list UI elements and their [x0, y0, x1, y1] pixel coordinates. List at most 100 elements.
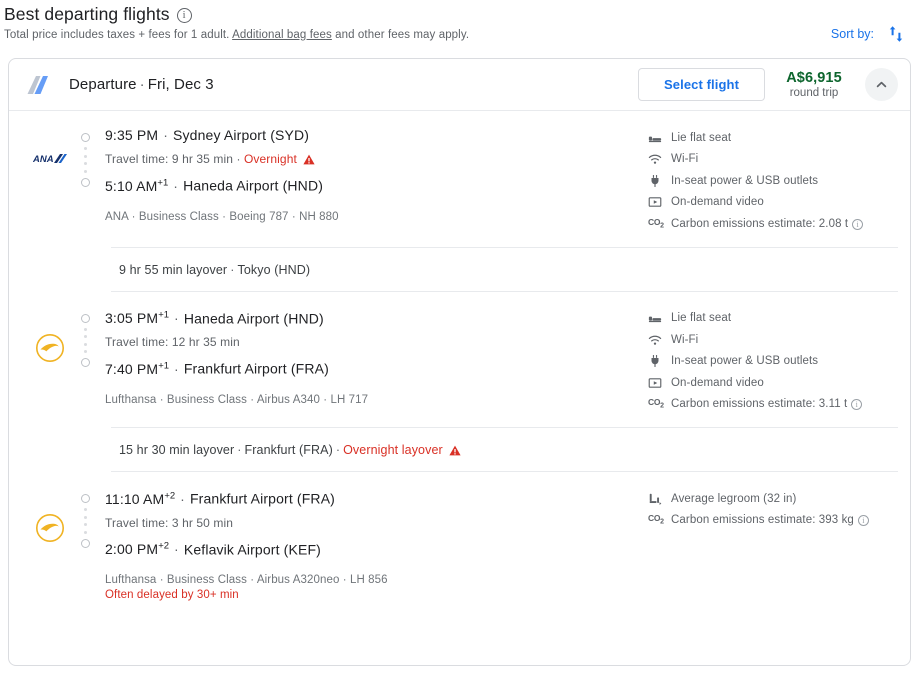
segment-timeline [73, 486, 97, 601]
price-disclaimer: Total price includes taxes + fees for 1 … [4, 29, 919, 41]
delay-note: Often delayed by 30+ min [105, 589, 239, 602]
disclaimer-text-after: and other fees may apply. [331, 29, 470, 41]
amenities-list: Average legroom (32 in) CO2 Carbon emissio… [648, 486, 898, 601]
timeline-dots [83, 142, 87, 178]
departure-date: Fri, Dec 3 [147, 76, 214, 93]
segment-timeline [73, 125, 97, 235]
layover-duration: 15 hr 30 min layover [119, 443, 235, 457]
departure-row: 11:10 AM+2 · Frankfurt Airport (FRA) [105, 490, 335, 507]
layover-place: Frankfurt (FRA) [244, 443, 333, 457]
departure-label: Departure [69, 76, 137, 93]
arrival-airport: Haneda Airport (HND) [183, 177, 324, 194]
travel-time: Travel time: 12 hr 35 min [105, 335, 240, 350]
amenities-list: Lie flat seat Wi-Fi In-seat power & USB ou… [648, 125, 898, 235]
svg-text:ANA: ANA [33, 154, 54, 165]
layover-place: Tokyo (HND) [237, 262, 311, 277]
arrival-airport: Frankfurt Airport (FRA) [183, 360, 329, 377]
arrival-airport: Keflavik Airport (KEF) [183, 541, 321, 558]
timeline-dots [83, 323, 87, 359]
lufthansa-logo [36, 333, 64, 362]
travel-time: Travel time: 3 hr 50 min [105, 515, 233, 530]
amenity-row: CO2 Carbon emissions estimate: 393 kg i [648, 510, 898, 532]
segment-meta: Lufthansa · Business Class · Airbus A320… [105, 574, 388, 587]
arrival-time: 7:40 PM+1 [105, 360, 170, 377]
timeline-end-dot [80, 177, 90, 187]
power-outlet-icon [651, 174, 659, 187]
amenity-label: In-seat power & USB outlets [671, 174, 819, 187]
wifi-icon [648, 154, 662, 165]
amenity-label: Carbon emissions estimate: 3.11 ti [671, 398, 863, 411]
disclaimer-text-before: Total price includes taxes + fees for 1 … [4, 29, 233, 41]
amenity-row: Average legroom (32 in) [648, 488, 898, 510]
timeline-end-dot [80, 538, 90, 548]
amenity-row: On-demand video [648, 372, 898, 394]
ana-logo: ANA [33, 154, 67, 165]
arrival-time: 2:00 PM+2 [105, 540, 170, 558]
segments-container: ANA 9:35 PM · Sydney Airport (SYD) Travel t… [9, 111, 910, 613]
amenity-row: Wi-Fi [648, 149, 898, 171]
amenity-label: Carbon emissions estimate: 2.08 ti [671, 218, 864, 230]
additional-bag-fees-link[interactable]: Additional bag fees [232, 29, 332, 41]
price-trip-type: round trip [789, 87, 839, 99]
amenity-label: On-demand video [671, 196, 764, 209]
page-title-row: Best departing flights i [4, 4, 919, 25]
arrival-row: 2:00 PM+2 · Keflavik Airport (KEF) [105, 540, 321, 558]
flight-results-page: Best departing flights i Total price inc… [0, 0, 919, 675]
amenity-label: On-demand video [671, 376, 764, 389]
emissions-info-icon[interactable]: i [852, 218, 864, 230]
timeline-start-dot [80, 313, 90, 323]
video-icon [648, 377, 662, 388]
info-icon[interactable]: i [176, 8, 192, 23]
sort-control[interactable]: Sort by: [831, 24, 905, 44]
legroom-icon [649, 493, 662, 505]
flight-segment: 3:05 PM+1 · Haneda Airport (HND) Travel tim… [9, 292, 910, 428]
flight-segment: ANA 9:35 PM · Sydney Airport (SYD) Travel t… [9, 111, 910, 247]
amenity-label: Wi-Fi [671, 153, 699, 166]
sort-arrows-icon[interactable] [887, 24, 905, 44]
lie-flat-seat-icon [648, 136, 662, 142]
co2-icon: CO2 [648, 397, 664, 411]
departure-row: 9:35 PM · Sydney Airport (SYD) [105, 127, 310, 143]
segment-details: 3:05 PM+1 · Haneda Airport (HND) Travel tim… [97, 306, 648, 416]
amenity-row: CO2 Carbon emissions estimate: 3.11 ti [648, 394, 898, 416]
amenity-row: CO2 Carbon emissions estimate: 2.08 ti [648, 213, 898, 235]
amenity-row: In-seat power & USB outlets [648, 170, 898, 192]
segment-details: 9:35 PM · Sydney Airport (SYD) Travel time:… [97, 125, 648, 235]
co2-icon: CO2 [648, 513, 664, 527]
amenity-label: Average legroom (32 in) [671, 492, 797, 505]
power-outlet-icon [651, 355, 659, 368]
airplane-tail-icon [27, 75, 48, 94]
overnight-warning: Overnight [243, 152, 297, 166]
amenities-list: Lie flat seat Wi-Fi In-seat power & USB ou… [648, 306, 898, 416]
collapse-itinerary-button[interactable] [865, 68, 898, 101]
wifi-icon [648, 335, 662, 345]
emissions-info-icon[interactable]: i [851, 399, 863, 411]
timeline-start-dot [80, 494, 90, 503]
page-title: Best departing flights [4, 4, 170, 24]
departure-airport: Frankfurt Airport (FRA) [189, 490, 335, 507]
departure-airport: Sydney Airport (SYD) [173, 127, 310, 143]
amenity-row: In-seat power & USB outlets [648, 351, 898, 373]
segment-timeline [73, 306, 97, 416]
layover-duration: 9 hr 55 min layover [119, 262, 228, 277]
chevron-up-icon [876, 81, 887, 88]
amenity-row: On-demand video [648, 192, 898, 214]
amenity-label: Lie flat seat [671, 131, 732, 144]
select-flight-button[interactable]: Select flight [638, 68, 765, 101]
amenity-row: Lie flat seat [648, 127, 898, 149]
flight-segment: 11:10 AM+2 · Frankfurt Airport (FRA) Travel… [9, 472, 910, 613]
segment-details: 11:10 AM+2 · Frankfurt Airport (FRA) Travel… [97, 486, 648, 601]
arrival-row: 7:40 PM+1 · Frankfurt Airport (FRA) [105, 360, 329, 377]
emissions-info-icon[interactable]: i [857, 515, 869, 527]
price-amount: A$6,915 [786, 70, 842, 86]
arrival-row: 5:10 AM+1 · Haneda Airport (HND) [105, 177, 324, 194]
amenity-row: Lie flat seat [648, 308, 898, 330]
airline-logo-wrap [27, 306, 73, 416]
timeline-dots [83, 503, 87, 539]
airline-logo-wrap: ANA [27, 125, 73, 235]
itinerary-header: Departure · Fri, Dec 3 Select flight A$6,9… [9, 59, 910, 110]
amenity-row: Wi-Fi [648, 329, 898, 351]
departure-time: 9:35 PM [105, 127, 159, 143]
sort-by-label: Sort by: [830, 27, 874, 41]
layover-row: 9 hr 55 min layover · Tokyo (HND) [119, 262, 311, 277]
